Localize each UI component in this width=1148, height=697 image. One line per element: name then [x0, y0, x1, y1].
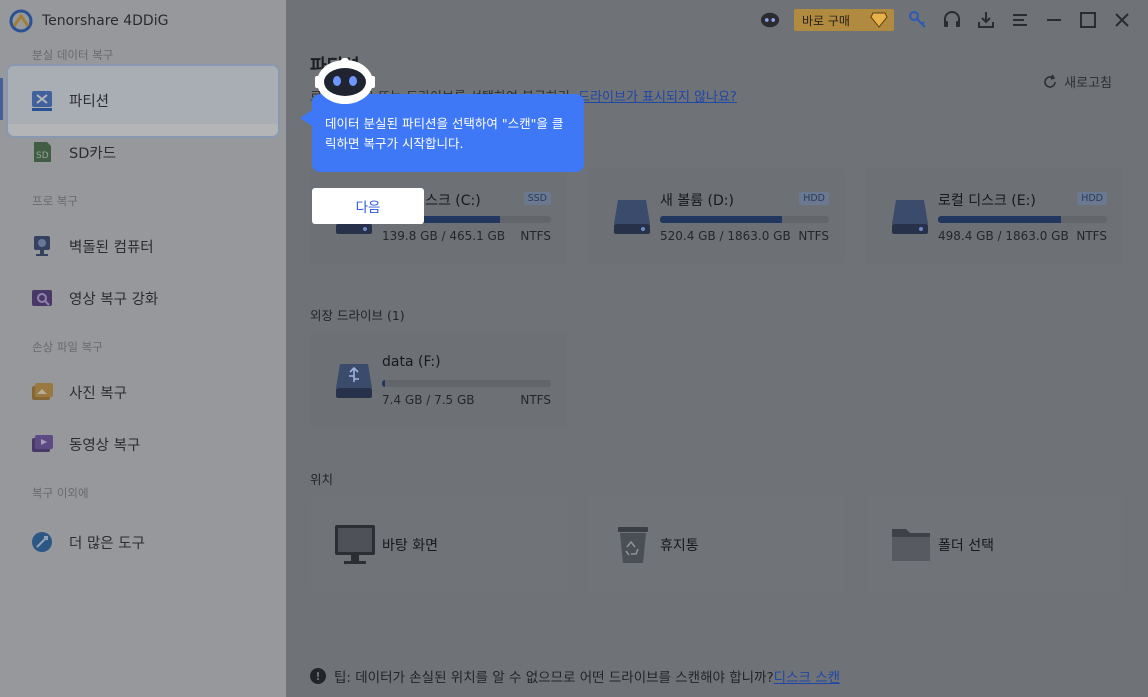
download-icon[interactable] — [976, 10, 996, 30]
minimize-icon[interactable] — [1044, 10, 1064, 30]
drive-size: 139.8 GB / 465.1 GB — [382, 229, 506, 243]
location-header: 위치 — [310, 472, 334, 487]
location-label: 폴더 선택 — [938, 538, 994, 554]
titlebar-controls: 바로 구매 — [760, 6, 1132, 34]
sidebar-dim-overlay — [0, 0, 286, 697]
location-desktop[interactable]: 바탕 화면 — [310, 495, 567, 593]
drive-filesystem: NTFS — [798, 229, 829, 243]
desktop-icon — [335, 525, 375, 564]
location-label: 바탕 화면 — [382, 538, 438, 554]
buy-now-label: 바로 구매 — [802, 13, 850, 28]
external-drives-header: 외장 드라이브 (1) — [310, 308, 405, 323]
menu-icon[interactable] — [1010, 10, 1030, 30]
drive-name: data (F:) — [382, 354, 441, 370]
usage-bar-fill — [660, 216, 782, 223]
usage-bar-fill — [938, 216, 1062, 223]
drive-filesystem: NTFS — [520, 393, 551, 407]
drive-not-shown-link[interactable]: 드라이브가 표시되지 않나요? — [578, 90, 737, 105]
drive-type-badge: HDD — [1077, 192, 1107, 205]
support-headset-icon[interactable] — [942, 10, 962, 30]
guide-message-line2: 릭하면 복구가 시작합니다. — [325, 136, 464, 151]
drive-name: 로컬 디스크 (E:) — [938, 193, 1036, 209]
tip-bar: ! 팁: 데이터가 손실된 위치를 알 수 없으므로 어떤 드라이브를 스캔해야… — [310, 666, 840, 686]
folder-icon — [892, 529, 930, 561]
drive-card-e[interactable]: 로컬 디스크 (E:) HDD 498.4 GB / 1863.0 GB NTF… — [866, 168, 1123, 264]
location-label: 휴지통 — [660, 538, 699, 554]
refresh-button[interactable]: 새로고침 — [1042, 72, 1112, 91]
usage-bar — [660, 216, 829, 223]
maximize-icon[interactable] — [1078, 10, 1098, 30]
close-icon[interactable] — [1112, 10, 1132, 30]
usage-bar — [382, 380, 551, 387]
drive-size: 498.4 GB / 1863.0 GB — [938, 229, 1069, 243]
refresh-icon — [1044, 74, 1056, 88]
robot-mascot-icon — [315, 58, 375, 104]
buy-now-button[interactable]: 바로 구매 — [794, 9, 894, 31]
recycle-bin-icon — [618, 527, 648, 563]
guide-message-line1: 데이터 분실된 파티션을 선택하여 "스캔"을 클 — [325, 116, 564, 131]
usb-drive-icon — [336, 364, 372, 398]
drive-filesystem: NTFS — [520, 229, 551, 243]
drive-size: 520.4 GB / 1863.0 GB — [660, 229, 791, 243]
info-icon: ! — [310, 668, 326, 684]
location-folder[interactable]: 폴더 선택 — [866, 495, 1123, 593]
refresh-label: 새로고침 — [1064, 76, 1112, 91]
key-icon[interactable] — [908, 10, 928, 30]
drive-card-f[interactable]: data (F:) 7.4 GB / 7.5 GB NTFS — [310, 332, 567, 428]
drive-size: 7.4 GB / 7.5 GB — [382, 393, 475, 407]
drive-card-d[interactable]: 새 볼륨 (D:) HDD 520.4 GB / 1863.0 GB NTFS — [588, 168, 845, 264]
drive-type-badge: SSD — [523, 192, 551, 205]
drive-filesystem: NTFS — [1076, 229, 1107, 243]
next-button[interactable]: 다음 — [312, 188, 424, 224]
hdd-drive-icon — [614, 200, 650, 234]
diamond-icon — [870, 12, 888, 28]
disk-scan-link[interactable]: 디스크 스캔 — [774, 670, 840, 686]
drive-name: 새 볼륨 (D:) — [660, 193, 734, 209]
tip-text: 팁: 데이터가 손실된 위치를 알 수 없으므로 어떤 드라이브를 스캔해야 합… — [334, 670, 774, 686]
tooltip-pointer — [300, 110, 312, 126]
usage-bar-fill — [382, 380, 386, 387]
location-recycle-bin[interactable]: 휴지통 — [588, 495, 845, 593]
hdd-drive-icon — [892, 200, 928, 234]
usage-bar — [938, 216, 1107, 223]
robot-assistant-icon[interactable] — [760, 10, 780, 30]
drive-type-badge: HDD — [799, 192, 829, 205]
